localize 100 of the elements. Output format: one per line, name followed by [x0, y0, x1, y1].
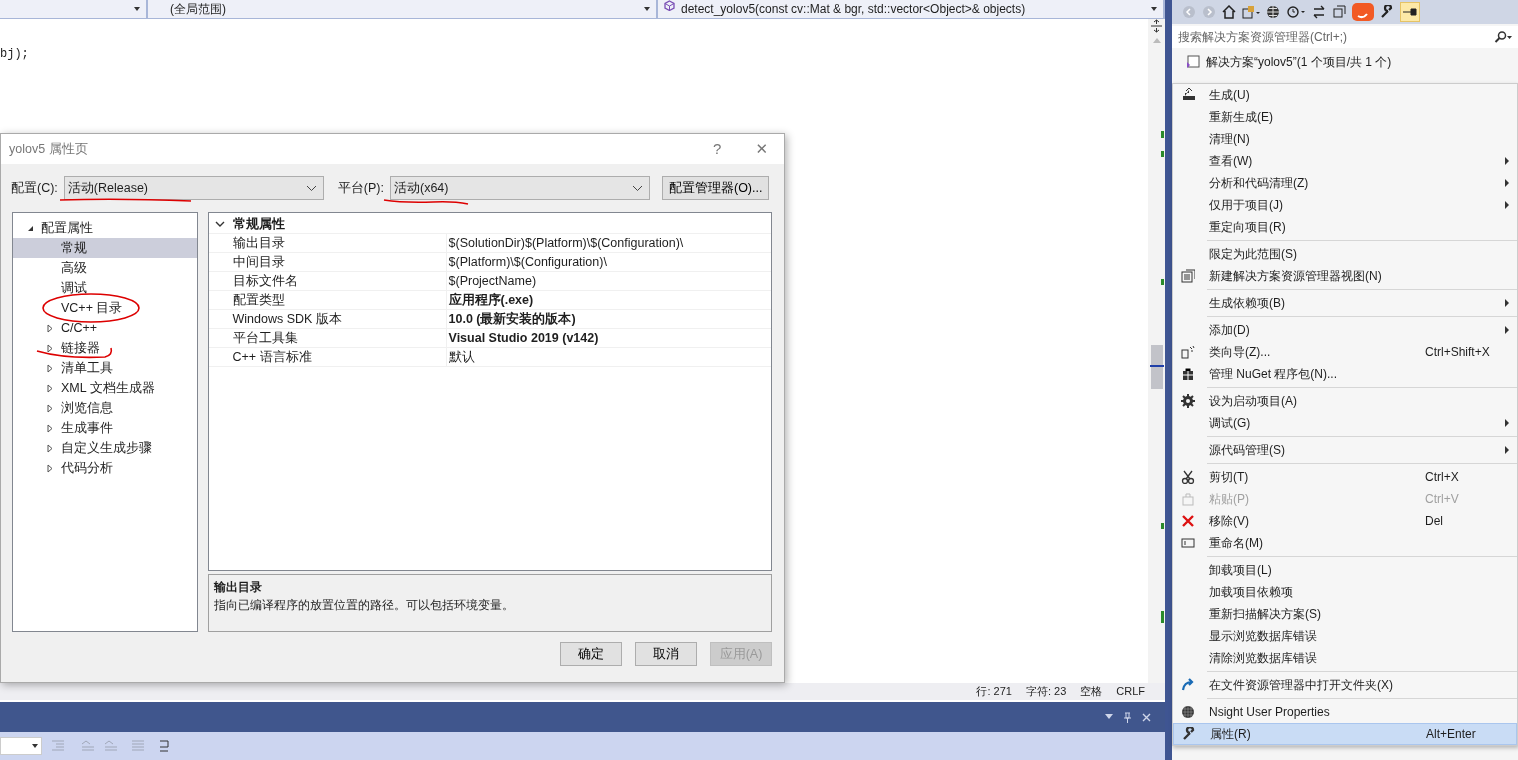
property-value[interactable]: $(ProjectName) — [446, 272, 537, 290]
menu-item[interactable]: 仅用于项目(J) — [1173, 194, 1517, 216]
indent-mode: 空格 — [1080, 684, 1103, 700]
pin-icon[interactable] — [1123, 711, 1132, 723]
menu-item[interactable]: 设为启动项目(A) — [1173, 390, 1517, 412]
tree-item[interactable]: XML 文档生成器 — [13, 378, 197, 398]
description-text: 指向已编译程序的放置位置的路径。可以包括环境变量。 — [213, 597, 515, 614]
config-dropdown[interactable]: 活动(Release) — [63, 176, 324, 200]
globe-icon[interactable] — [1266, 5, 1280, 19]
property-value[interactable]: 应用程序(.exe) — [446, 291, 534, 309]
expanded-icon[interactable] — [26, 224, 34, 232]
history-icon[interactable] — [1286, 5, 1306, 19]
property-value[interactable]: Visual Studio 2019 (v142) — [446, 329, 599, 347]
menu-item[interactable]: 管理 NuGet 程序包(N)... — [1173, 363, 1517, 385]
close-icon[interactable] — [1142, 712, 1151, 722]
menu-item[interactable]: 重定向项目(R) — [1173, 216, 1517, 238]
property-value[interactable]: $(Platform)\$(Configuration)\ — [446, 253, 607, 271]
tree-item[interactable]: 浏览信息 — [13, 398, 197, 418]
ok-button[interactable]: 确定 — [560, 642, 622, 666]
property-name[interactable]: 配置类型 — [208, 291, 447, 309]
gear-icon — [1181, 394, 1195, 408]
menu-item[interactable]: 属性(R) Alt+Enter — [1173, 723, 1517, 745]
menu-item[interactable]: 清理(N) — [1173, 128, 1517, 150]
property-value[interactable]: 默认 — [446, 348, 475, 366]
tree-item[interactable]: 自定义生成步骤 — [13, 438, 197, 458]
tree-item[interactable]: 生成事件 — [13, 418, 197, 438]
dialog-title: yolov5 属性页 — [9, 140, 88, 158]
tree-item[interactable]: VC++ 目录 — [13, 298, 197, 318]
submenu-arrow-icon — [1505, 419, 1509, 427]
menu-item[interactable]: 限定为此范围(S) — [1173, 243, 1517, 265]
toolbar-icons-drawing[interactable] — [50, 739, 170, 753]
window-icon — [1181, 269, 1195, 283]
wrench-icon[interactable] — [1380, 5, 1394, 19]
property-value[interactable]: $(SolutionDir)$(Platform)\$(Configuration)\ — [446, 234, 684, 252]
home-icon[interactable] — [1222, 5, 1236, 19]
code-line: bj); — [0, 47, 29, 61]
menu-item[interactable]: 剪切(T) Ctrl+X — [1173, 466, 1517, 488]
description-title: 输出目录 — [213, 579, 263, 596]
tree-item[interactable]: 代码分析 — [13, 458, 197, 478]
tree-item[interactable]: 配置属性 — [13, 218, 197, 238]
submenu-arrow-icon — [1505, 201, 1509, 209]
menu-item[interactable]: 卸载项目(L) — [1173, 559, 1517, 581]
search-icon[interactable] — [1494, 31, 1512, 43]
submenu-arrow-icon — [1505, 446, 1509, 454]
menu-item[interactable]: 添加(D) — [1173, 319, 1517, 341]
menu-item[interactable]: 查看(W) — [1173, 150, 1517, 172]
menu-item[interactable]: 分析和代码清理(Z) — [1173, 172, 1517, 194]
menu-item[interactable]: 在文件资源管理器中打开文件夹(X) — [1173, 674, 1517, 696]
menu-item[interactable]: 源代码管理(S) — [1173, 439, 1517, 461]
property-name[interactable]: Windows SDK 版本 — [208, 310, 447, 328]
submenu-arrow-icon — [1505, 179, 1509, 187]
split-icon[interactable] — [1150, 19, 1163, 33]
menu-item[interactable]: 生成(U) — [1173, 84, 1517, 106]
dropdown-icon[interactable] — [1105, 714, 1113, 720]
pin-button[interactable] — [1400, 2, 1420, 22]
swap-arrows-icon[interactable] — [1312, 5, 1326, 19]
menu-item[interactable]: 重命名(M) — [1173, 532, 1517, 554]
menu-item[interactable]: 生成依赖项(B) — [1173, 292, 1517, 314]
scissors-icon — [1181, 470, 1195, 484]
menu-item[interactable]: 移除(V) Del — [1173, 510, 1517, 532]
close-icon — [1181, 514, 1195, 528]
collapse-icon[interactable] — [1332, 5, 1346, 19]
scope-dropdown[interactable]: (全局范围) — [148, 0, 658, 18]
tree-item[interactable]: 常规 — [13, 238, 197, 258]
menu-item[interactable]: 调试(G) — [1173, 412, 1517, 434]
column-number: 字符: 23 — [1025, 684, 1067, 700]
menu-item[interactable]: 加载项目依赖项 — [1173, 581, 1517, 603]
tree-item[interactable]: 调试 — [13, 278, 197, 298]
submenu-arrow-icon — [1505, 326, 1509, 334]
tree-item[interactable]: 链接器 — [13, 338, 197, 358]
clipboard-icon — [1181, 492, 1195, 506]
menu-item[interactable]: 类向导(Z)... Ctrl+Shift+X — [1173, 341, 1517, 363]
cancel-button[interactable]: 取消 — [635, 642, 697, 666]
property-name[interactable]: 平台工具集 — [208, 329, 447, 347]
config-manager-button[interactable]: 配置管理器(O)... — [661, 176, 770, 200]
search-field[interactable]: 搜索解决方案资源管理器(Ctrl+;) — [1172, 26, 1518, 48]
tree-item[interactable]: 高级 — [13, 258, 197, 278]
property-name[interactable]: 中间目录 — [208, 253, 447, 271]
build-icon — [1181, 88, 1195, 102]
menu-item[interactable]: 显示浏览数据库错误 — [1173, 625, 1517, 647]
close-button[interactable]: ✕ — [755, 137, 768, 161]
wrench-icon — [1182, 727, 1196, 741]
tree-item[interactable]: C/C++ — [13, 318, 197, 338]
menu-item[interactable]: 重新生成(E) — [1173, 106, 1517, 128]
property-value[interactable]: 10.0 (最新安装的版本) — [446, 310, 576, 328]
menu-item[interactable]: 重新扫描解决方案(S) — [1173, 603, 1517, 625]
category-header[interactable]: 常规属性 — [208, 215, 771, 234]
tree-item[interactable]: 清单工具 — [13, 358, 197, 378]
rename-icon — [1181, 536, 1195, 550]
property-name[interactable]: 输出目录 — [208, 234, 447, 252]
menu-item[interactable]: 新建解决方案资源管理器视图(N) — [1173, 265, 1517, 287]
input-method-icon — [1352, 3, 1374, 21]
menu-item[interactable]: Nsight User Properties — [1173, 701, 1517, 723]
menu-item[interactable]: 清除浏览数据库错误 — [1173, 647, 1517, 669]
help-button[interactable]: ? — [713, 137, 722, 161]
globe-icon — [1181, 705, 1195, 719]
platform-dropdown[interactable]: 活动(x64) — [389, 176, 650, 200]
property-name[interactable]: 目标文件名 — [208, 272, 447, 290]
property-name[interactable]: C++ 语言标准 — [208, 348, 447, 366]
solution-item[interactable]: 解决方案“yolov5”(1 个项目/共 1 个) — [1206, 53, 1392, 71]
